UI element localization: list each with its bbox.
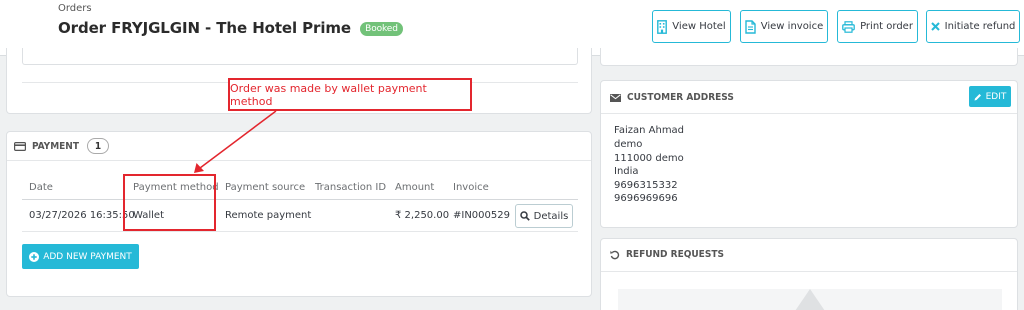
annotation-arrow (194, 110, 277, 173)
